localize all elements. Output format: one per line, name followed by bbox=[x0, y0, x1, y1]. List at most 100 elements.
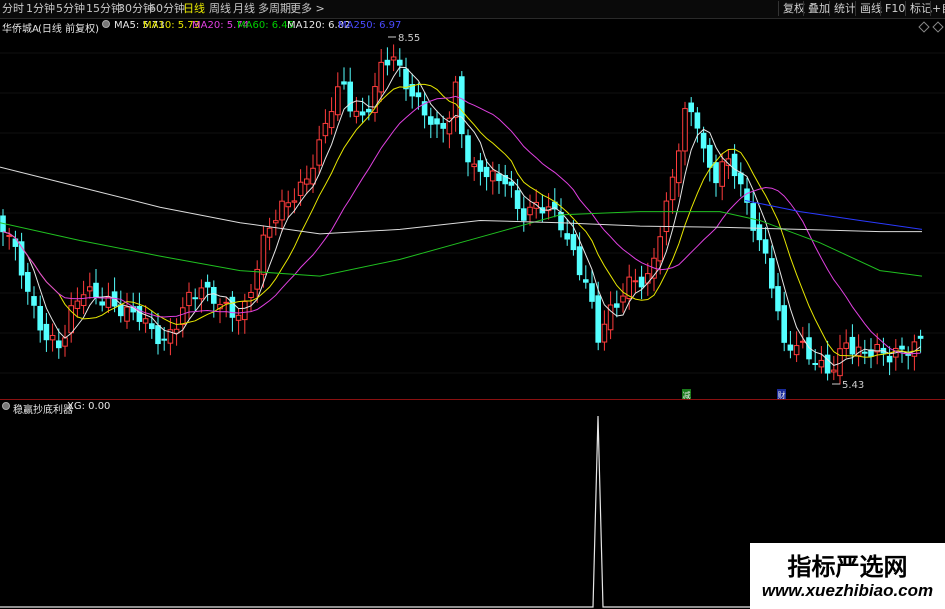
period-tab-1min[interactable]: 1分钟 bbox=[26, 2, 55, 16]
pane-divider[interactable] bbox=[0, 399, 945, 400]
candle-body bbox=[694, 112, 701, 129]
candle-body bbox=[124, 306, 130, 322]
candle-body bbox=[6, 234, 12, 237]
period-tab-monthly[interactable]: 月线 bbox=[233, 2, 255, 16]
candle-body bbox=[204, 281, 211, 288]
candle-body bbox=[229, 296, 236, 318]
low-price-label: 5.43 bbox=[842, 380, 864, 391]
candle-body bbox=[180, 307, 186, 325]
candle-body bbox=[669, 176, 676, 201]
indicator-xg-value: XG: 0.00 bbox=[67, 401, 111, 412]
period-tab-5min[interactable]: 5分钟 bbox=[56, 2, 85, 16]
candle-body bbox=[366, 108, 372, 113]
candle-body bbox=[403, 68, 409, 90]
candle-body bbox=[341, 81, 347, 85]
candle-body bbox=[378, 61, 384, 93]
candle-body bbox=[738, 172, 744, 185]
candle-body bbox=[273, 220, 279, 224]
ma250-label: MA250: 6.97 bbox=[338, 20, 402, 31]
period-tab-weekly[interactable]: 周线 bbox=[209, 2, 231, 16]
candle-body bbox=[496, 173, 502, 182]
candle-body bbox=[595, 295, 602, 343]
candle-body bbox=[328, 111, 335, 129]
candle-body bbox=[415, 92, 422, 98]
period-tab-minute[interactable]: 分时 bbox=[2, 2, 24, 16]
indicator-info-bar: 稳赢抄底利器 XG: 0.00 bbox=[0, 401, 945, 416]
candle-body bbox=[713, 162, 719, 184]
candle-body bbox=[490, 170, 496, 182]
candle-body bbox=[676, 150, 682, 184]
candle-body bbox=[62, 337, 68, 347]
candle-body bbox=[632, 280, 639, 283]
candle-body bbox=[477, 160, 484, 172]
collapse-diamond-icon[interactable] bbox=[918, 21, 930, 33]
candle-body bbox=[242, 301, 248, 321]
candle-body bbox=[25, 272, 31, 292]
candle-body bbox=[471, 163, 477, 168]
candle-body bbox=[638, 276, 645, 288]
candle-body bbox=[688, 102, 695, 113]
candle-body bbox=[37, 305, 44, 331]
candle-body bbox=[483, 166, 490, 178]
candle-body bbox=[589, 283, 595, 302]
candle-body bbox=[657, 236, 664, 262]
candle-body bbox=[322, 122, 329, 137]
settings-circle-icon[interactable] bbox=[102, 20, 110, 31]
period-tab-multi[interactable]: 多周期 bbox=[258, 2, 291, 16]
candle-body bbox=[818, 359, 825, 368]
candle-body bbox=[56, 340, 62, 349]
candle-body bbox=[285, 202, 291, 208]
period-tab-60min[interactable]: 60分钟 bbox=[149, 2, 185, 16]
candle-body bbox=[105, 296, 112, 308]
candle-body bbox=[310, 167, 316, 185]
period-tab-15min[interactable]: 15分钟 bbox=[86, 2, 122, 16]
indicator-settings-circle-icon[interactable] bbox=[2, 402, 10, 413]
expand-diamond-icon[interactable] bbox=[932, 21, 944, 33]
candle-body bbox=[793, 345, 800, 356]
candle-body bbox=[564, 233, 571, 240]
candle-body bbox=[719, 161, 726, 187]
candle-body bbox=[266, 227, 273, 238]
candle-body bbox=[31, 296, 37, 306]
candle-body bbox=[99, 301, 106, 306]
price-grid bbox=[0, 52, 945, 374]
ma120-line bbox=[0, 166, 922, 235]
candle-body bbox=[769, 258, 775, 289]
candle-body bbox=[452, 81, 459, 118]
candle-body bbox=[359, 111, 366, 116]
candle-body bbox=[384, 59, 391, 66]
candle-body bbox=[186, 291, 192, 307]
candle-body bbox=[260, 234, 267, 275]
candle-body bbox=[570, 234, 577, 251]
candle-body bbox=[862, 351, 868, 354]
candle-body bbox=[223, 301, 229, 304]
candle-body bbox=[428, 116, 434, 125]
watermark-logo: 指标严选网 www.xuezhibiao.com bbox=[750, 543, 945, 609]
candle-body bbox=[192, 297, 198, 300]
candle-body bbox=[291, 200, 298, 203]
candle-body bbox=[700, 132, 707, 149]
candle-body bbox=[781, 305, 788, 343]
period-toolbar: 分时 1分钟 5分钟 15分钟 30分钟 60分钟 日线 周线 月线 多周期 更… bbox=[0, 0, 945, 19]
candle-body bbox=[248, 291, 254, 298]
candle-body bbox=[347, 81, 353, 112]
candlestick-chart[interactable]: 8.55 5.43 减 财 bbox=[0, 33, 945, 400]
candle-body bbox=[843, 342, 850, 349]
candle-body bbox=[279, 200, 285, 221]
auto-button[interactable]: +自 bbox=[930, 1, 945, 16]
candle-body bbox=[917, 335, 924, 339]
candle-body bbox=[397, 59, 403, 66]
candle-body bbox=[198, 287, 205, 300]
candle-body bbox=[750, 203, 757, 231]
candle-body bbox=[93, 282, 99, 298]
period-tab-daily[interactable]: 日线 bbox=[183, 2, 205, 16]
candle-body bbox=[682, 108, 688, 152]
period-tab-more[interactable]: 更多 > bbox=[290, 2, 325, 16]
candle-body bbox=[756, 224, 763, 241]
candle-body bbox=[831, 369, 837, 373]
candle-body bbox=[707, 144, 713, 168]
candle-body bbox=[465, 135, 471, 163]
candle-body bbox=[787, 344, 794, 351]
candle-body bbox=[118, 304, 124, 317]
candle-body bbox=[514, 190, 521, 209]
